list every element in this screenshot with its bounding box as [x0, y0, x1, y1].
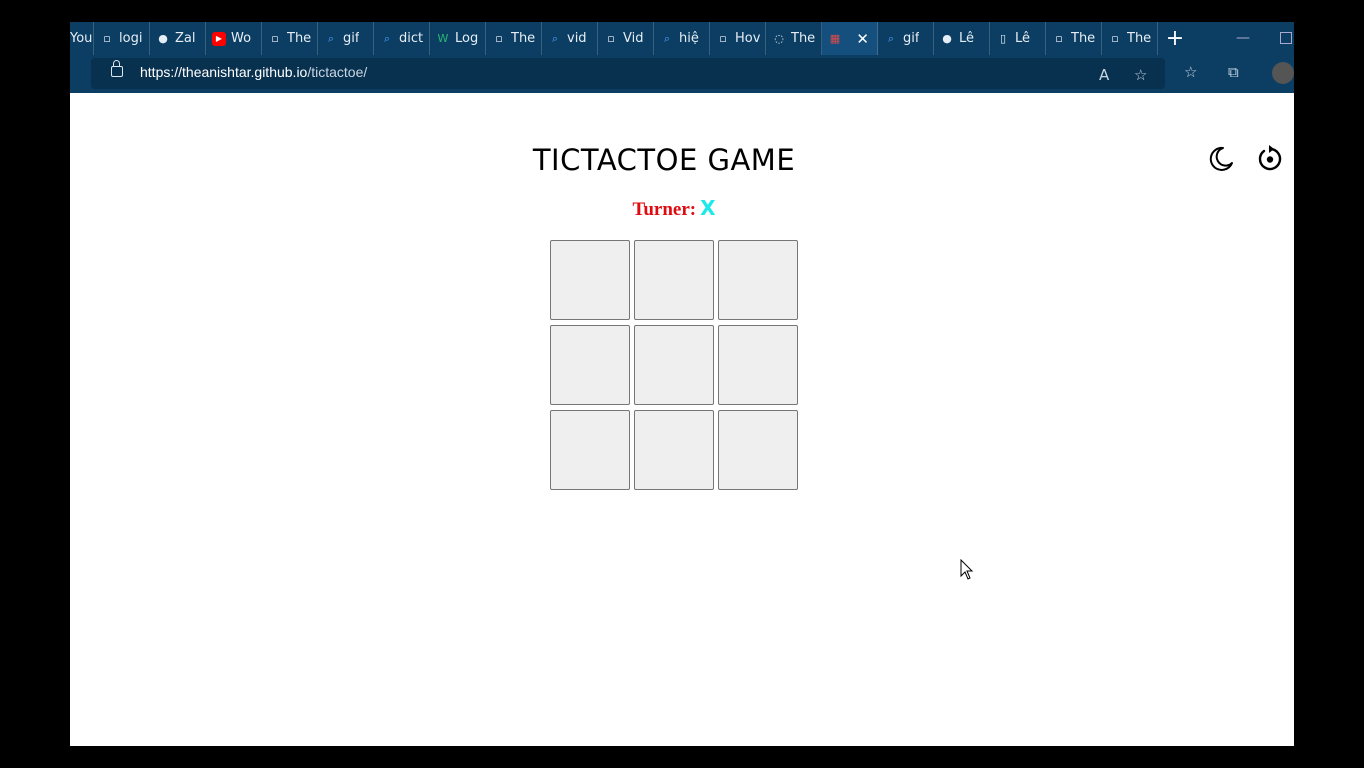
minimize-button[interactable]: —	[1236, 30, 1250, 46]
mouse-cursor-icon	[960, 559, 974, 580]
tab-label: logi	[119, 31, 143, 46]
avatar-icon: ●	[942, 32, 952, 45]
tab-label: hiệ	[679, 31, 699, 46]
tab-icon: ▫	[271, 32, 279, 45]
board-cell-8[interactable]	[634, 410, 714, 490]
w-icon: W	[437, 32, 449, 45]
avatar-icon: ●	[158, 32, 168, 45]
board-cell-4[interactable]	[550, 325, 630, 405]
page-content: TICTACTOE GAME Turner: X	[70, 93, 1294, 746]
tab-label: You	[70, 31, 93, 46]
tab-label: The	[1127, 31, 1152, 46]
browser-tab[interactable]: ▫ Hov	[710, 22, 766, 55]
browser-tab[interactable]: ▫ The	[262, 22, 318, 55]
board-cell-9[interactable]	[718, 410, 798, 490]
browser-tab[interactable]: ▶ Wo	[206, 22, 262, 55]
page-icon: ▯	[999, 32, 1007, 45]
browser-tab[interactable]: ▫ Vid	[598, 22, 654, 55]
add-favorite-icon[interactable]: ☆	[1134, 66, 1147, 84]
url-host: https://theanishtar.github.io	[140, 64, 308, 80]
url-text[interactable]: https://theanishtar.github.io/tictactoe/	[140, 64, 367, 80]
browser-tab[interactable]: ⌕ gif	[318, 22, 374, 55]
tab-label: The	[791, 31, 816, 46]
tab-icon: ▫	[495, 32, 503, 45]
tab-icon: ▫	[1111, 32, 1119, 45]
browser-tab[interactable]: W Log	[430, 22, 486, 55]
collections-icon[interactable]: ⧉	[1228, 63, 1239, 81]
tab-label: The	[287, 31, 312, 46]
game-board	[550, 240, 802, 490]
tab-label: The	[1071, 31, 1096, 46]
lock-icon[interactable]	[111, 60, 123, 77]
tab-label: Hov	[735, 31, 761, 46]
browser-tab[interactable]: ▫ logi	[94, 22, 150, 55]
browser-tab[interactable]: You	[70, 22, 94, 55]
youtube-icon: ▶	[212, 31, 226, 46]
tab-label: Lê	[1015, 31, 1031, 46]
turn-indicator: Turner: X	[70, 196, 1278, 221]
browser-tab[interactable]: ▫ The	[486, 22, 542, 55]
board-cell-7[interactable]	[550, 410, 630, 490]
address-bar: https://theanishtar.github.io/tictactoe/…	[70, 55, 1294, 93]
browser-tab[interactable]: ⌕ hiệ	[654, 22, 710, 55]
grid-icon: ▦	[829, 32, 841, 45]
browser-tab[interactable]: ▫ The	[1046, 22, 1102, 55]
tab-icon: ▫	[1055, 32, 1063, 45]
tab-label: vid	[567, 31, 587, 46]
browser-tab[interactable]: ⌕ dict	[374, 22, 430, 55]
turn-label: Turner:	[632, 199, 697, 220]
close-tab-icon[interactable]: ✕	[856, 30, 869, 48]
browser-tab[interactable]: ⌕ gif	[878, 22, 934, 55]
browser-window: You ▫ logi ● Zal ▶ Wo ▫ The ⌕ gif ⌕ dict W Log ▫ The ⌕ vid…	[70, 22, 1294, 746]
browser-tab[interactable]: ◌ The	[766, 22, 822, 55]
browser-tab[interactable]: ▫ The	[1102, 22, 1158, 55]
board-cell-5[interactable]	[634, 325, 714, 405]
board-cell-2[interactable]	[634, 240, 714, 320]
search-icon: ⌕	[887, 31, 895, 45]
browser-tab[interactable]: ● Lê	[934, 22, 990, 55]
tab-label: Log	[455, 31, 479, 46]
new-tab-button[interactable]: +	[1158, 22, 1192, 55]
url-field[interactable]: https://theanishtar.github.io/tictactoe/…	[91, 58, 1165, 89]
browser-tab[interactable]: ▯ Lê	[990, 22, 1046, 55]
browser-tab[interactable]: ● Zal	[150, 22, 206, 55]
browser-tab[interactable]: ⌕ vid	[542, 22, 598, 55]
tab-label: Vid	[623, 31, 644, 46]
tab-strip: You ▫ logi ● Zal ▶ Wo ▫ The ⌕ gif ⌕ dict W Log ▫ The ⌕ vid…	[70, 22, 1294, 55]
tab-label: Zal	[175, 31, 196, 46]
favorites-icon[interactable]: ☆	[1184, 63, 1197, 81]
tab-icon: ▫	[103, 32, 111, 45]
tab-label: gif	[343, 31, 360, 46]
browser-tab[interactable]: ▦ ✕	[822, 22, 878, 55]
board-cell-6[interactable]	[718, 325, 798, 405]
tab-label: dict	[399, 31, 424, 46]
board-cell-3[interactable]	[718, 240, 798, 320]
page-title: TICTACTOE GAME	[532, 143, 796, 177]
reset-icon[interactable]	[1256, 145, 1284, 173]
globe-icon: ◌	[774, 32, 784, 45]
search-icon: ⌕	[551, 31, 559, 45]
search-icon: ⌕	[383, 31, 391, 45]
profile-avatar[interactable]	[1272, 62, 1294, 84]
moon-icon[interactable]	[1208, 146, 1234, 172]
read-aloud-icon[interactable]: A	[1099, 66, 1109, 84]
tab-label: Lê	[959, 31, 975, 46]
tab-icon: ▫	[719, 32, 727, 45]
url-path: /tictactoe/	[307, 64, 368, 80]
tab-icon: ▫	[607, 32, 615, 45]
search-icon: ⌕	[663, 31, 671, 45]
search-icon: ⌕	[327, 31, 335, 45]
restore-button[interactable]	[1280, 32, 1292, 44]
tab-label: The	[511, 31, 536, 46]
tab-label: Wo	[231, 31, 252, 46]
board-cell-1[interactable]	[550, 240, 630, 320]
turn-symbol: X	[700, 196, 716, 220]
tab-label: gif	[903, 31, 920, 46]
